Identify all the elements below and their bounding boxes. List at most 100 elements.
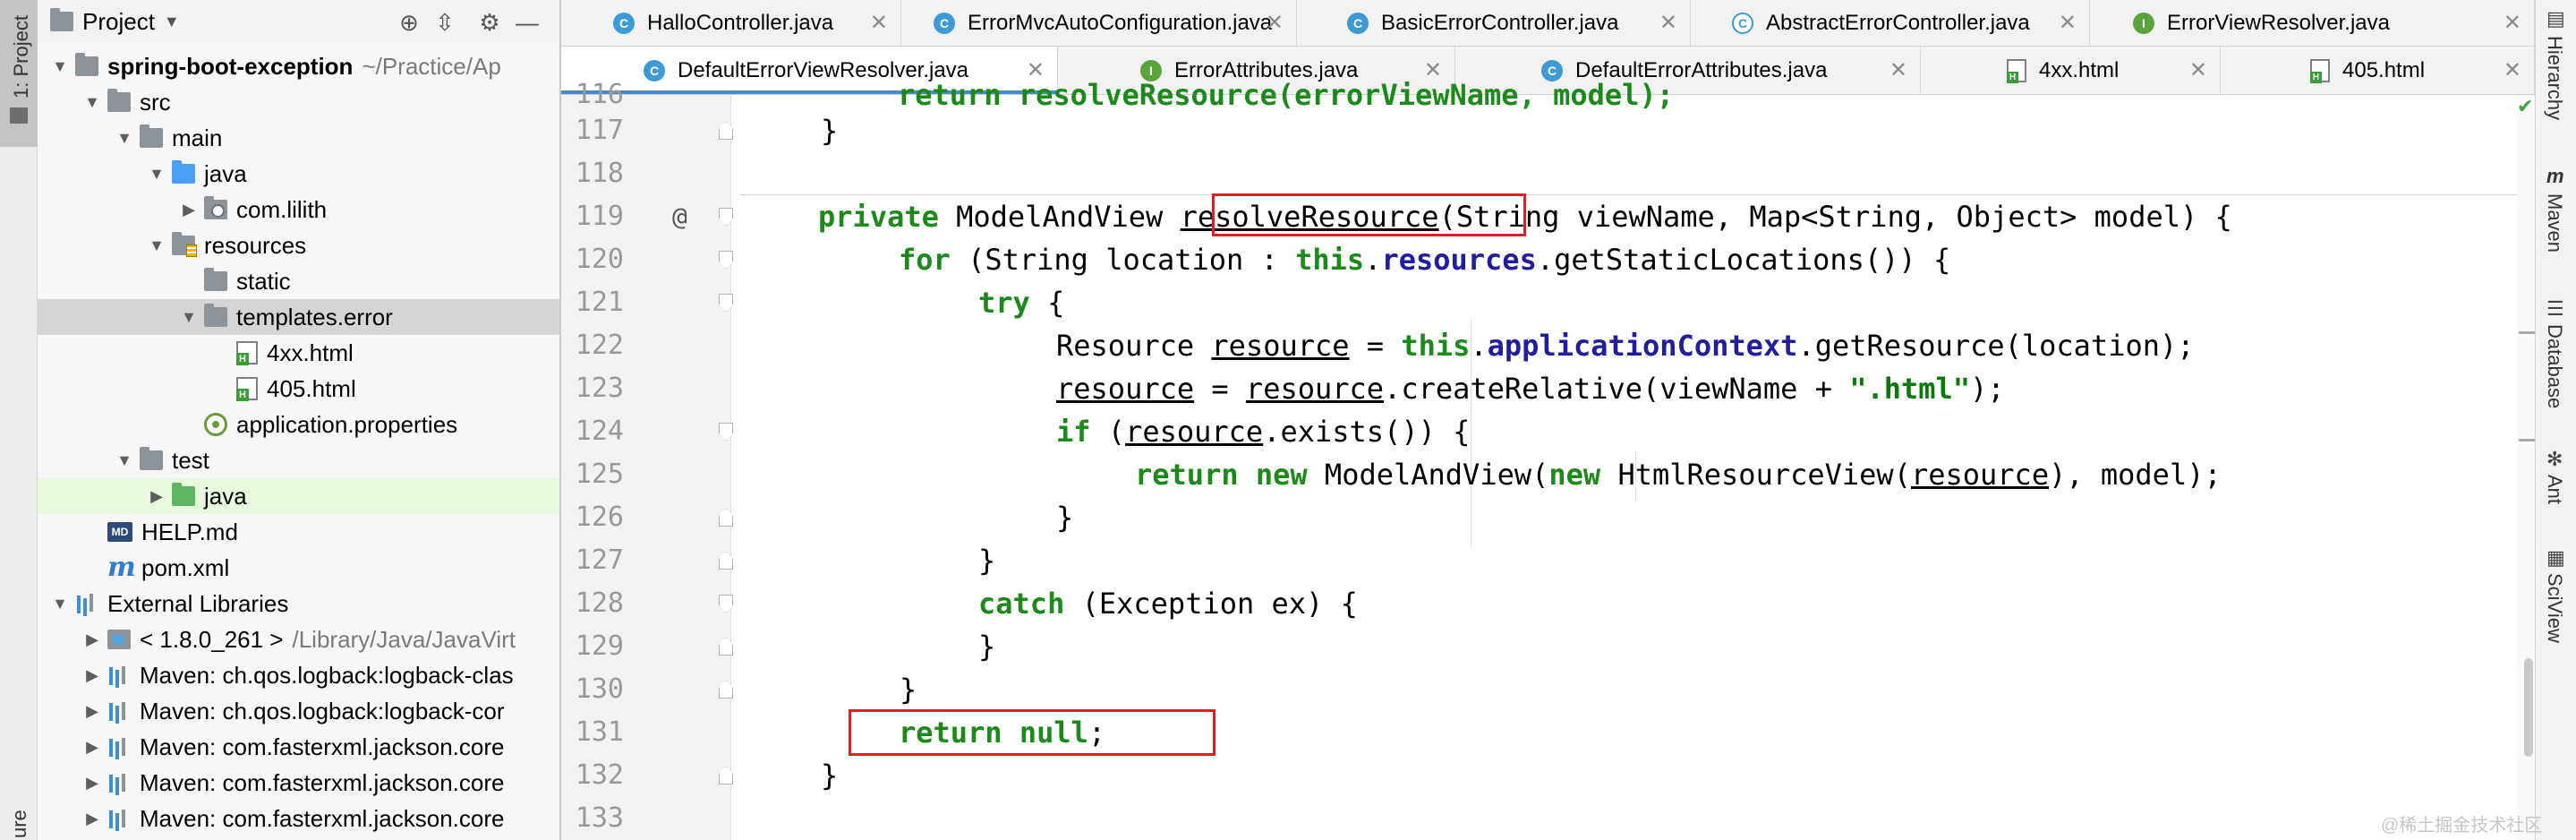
editor-scrollbar-thumb[interactable]	[2524, 658, 2533, 757]
override-gutter-icon[interactable]: @	[672, 195, 687, 238]
tree-item-main[interactable]: ▼ main	[38, 120, 559, 156]
project-tool-tab-label[interactable]: 1: Project	[10, 15, 33, 99]
tab-error-view-resolver[interactable]: I ErrorViewResolver.java ✕	[2090, 0, 2535, 46]
collapsed-arrow-icon[interactable]: ▶	[82, 666, 102, 685]
tree-item-java-test[interactable]: ▶ java	[38, 478, 559, 514]
tree-item-label: pom.xml	[141, 553, 230, 581]
collapse-all-icon[interactable]: ⇳	[431, 9, 458, 36]
tree-item-java-main[interactable]: ▼ java	[38, 156, 559, 192]
code-token: {	[1047, 286, 1065, 320]
code-token: return	[1135, 458, 1239, 492]
expanded-arrow-icon[interactable]: ▼	[50, 595, 70, 613]
collapsed-arrow-icon[interactable]: ▶	[82, 702, 102, 721]
tree-item-application-properties[interactable]: application.properties	[38, 407, 559, 442]
tab-hallo-controller[interactable]: C HalloController.java ✕	[561, 0, 901, 46]
maven-library-icon	[107, 773, 131, 793]
tree-item-help-md[interactable]: MD HELP.md	[38, 514, 559, 550]
close-icon[interactable]: ✕	[870, 11, 888, 36]
fold-marker-icon[interactable]	[719, 552, 733, 570]
code-text: }	[821, 759, 839, 793]
module-folder-icon	[75, 53, 98, 76]
line-number: 127	[575, 544, 624, 576]
expanded-arrow-icon[interactable]: ▼	[179, 308, 199, 327]
sciview-tool-tab[interactable]: SciView	[2543, 573, 2566, 643]
tree-item-resources[interactable]: ▼ resources	[38, 227, 559, 263]
tree-item-static[interactable]: static	[38, 263, 559, 299]
tab-abstract-error-controller[interactable]: C AbstractErrorController.java ✕	[1691, 0, 2090, 46]
fold-marker-icon[interactable]	[719, 122, 733, 140]
gear-icon[interactable]: ⚙	[476, 9, 503, 36]
expanded-arrow-icon[interactable]: ▼	[50, 57, 70, 76]
collapsed-arrow-icon[interactable]: ▶	[82, 810, 102, 828]
tree-item-maven-lib[interactable]: ▶ Maven: ch.qos.logback:logback-cor	[38, 693, 559, 729]
editor-area: C HalloController.java ✕ C ErrorMvcAutoC…	[561, 0, 2535, 840]
collapsed-arrow-icon[interactable]: ▶	[147, 487, 166, 506]
tree-item-src[interactable]: ▼ src	[38, 84, 559, 120]
fold-marker-icon[interactable]	[719, 509, 733, 527]
hierarchy-tool-tab[interactable]: Hierarchy	[2543, 36, 2566, 120]
code-token: (String viewName, Map<String, Object> mo…	[1438, 200, 2232, 234]
ant-tool-tab[interactable]: Ant	[2543, 475, 2566, 504]
code-token: );	[1970, 372, 2005, 406]
code-token: =	[1211, 372, 1229, 406]
tree-item-package[interactable]: ▶ com.lilith	[38, 192, 559, 227]
expanded-arrow-icon[interactable]: ▼	[115, 129, 134, 148]
fold-marker-icon[interactable]	[719, 638, 733, 656]
tree-item-label: spring-boot-exception	[107, 52, 354, 80]
code-line-121: 121 try {	[561, 281, 2535, 324]
tree-item-label: Maven: com.fasterxml.jackson.core	[140, 768, 505, 796]
tree-item-maven-lib[interactable]: ▶ Maven: ch.qos.logback:logback-clas	[38, 657, 559, 693]
code-line-130: 130 }	[561, 668, 2535, 711]
folder-icon	[204, 304, 227, 327]
code-text: }	[978, 544, 996, 578]
close-icon[interactable]: ✕	[1659, 11, 1677, 36]
fold-marker-icon[interactable]	[719, 595, 733, 613]
code-line-119: 119 @ private ModelAndView resolveResour…	[561, 195, 2535, 238]
close-icon[interactable]: ✕	[1266, 11, 1284, 36]
fold-marker-icon[interactable]	[719, 251, 733, 269]
fold-marker-icon[interactable]	[719, 294, 733, 312]
hide-panel-icon[interactable]: —	[514, 9, 541, 36]
collapsed-arrow-icon[interactable]: ▶	[82, 630, 102, 649]
structure-tool-tab-label[interactable]: ure	[8, 810, 31, 838]
annotation-box-return-null	[849, 709, 1215, 756]
tab-error-mvc-auto-configuration[interactable]: C ErrorMvcAutoConfiguration.java ✕	[901, 0, 1297, 46]
tree-item-4xx-html[interactable]: 4xx.html	[38, 335, 559, 371]
tree-item-external-libraries[interactable]: ▼ External Libraries	[38, 586, 559, 621]
fold-marker-icon[interactable]	[719, 208, 733, 226]
expanded-arrow-icon[interactable]: ▼	[147, 236, 166, 255]
project-view-selector[interactable]: Project ▼	[50, 8, 180, 35]
html-file-icon	[236, 341, 258, 365]
fold-marker-icon[interactable]	[719, 681, 733, 699]
tab-basic-error-controller[interactable]: C BasicErrorController.java ✕	[1297, 0, 1691, 46]
tree-item-project-root[interactable]: ▼ spring-boot-exception ~/Practice/Ap	[38, 48, 559, 84]
tree-item-405-html[interactable]: 405.html	[38, 371, 559, 407]
locate-file-icon[interactable]: ⊕	[396, 9, 422, 36]
tree-item-path: ~/Practice/Ap	[362, 52, 501, 80]
close-icon[interactable]: ✕	[2503, 11, 2521, 36]
tree-item-label: 4xx.html	[267, 339, 354, 366]
database-tool-tab[interactable]: Database	[2543, 324, 2566, 408]
tree-item-test[interactable]: ▼ test	[38, 442, 559, 478]
tree-item-maven-lib[interactable]: ▶ Maven: com.fasterxml.jackson.core	[38, 765, 559, 801]
collapsed-arrow-icon[interactable]: ▶	[82, 738, 102, 757]
fold-marker-icon[interactable]	[719, 767, 733, 784]
tree-item-templates-error[interactable]: ▼ templates.error	[38, 299, 559, 335]
tree-item-jdk[interactable]: ▶ < 1.8.0_261 > /Library/Java/JavaVirt	[38, 621, 559, 657]
close-icon[interactable]: ✕	[2059, 11, 2077, 36]
tree-item-maven-lib[interactable]: ▶ Maven: com.fasterxml.jackson.core	[38, 801, 559, 836]
expanded-arrow-icon[interactable]: ▼	[82, 93, 102, 112]
expanded-arrow-icon[interactable]: ▼	[115, 451, 134, 470]
collapsed-arrow-icon[interactable]: ▶	[179, 201, 199, 219]
expanded-arrow-icon[interactable]: ▼	[147, 165, 166, 184]
maven-tool-tab[interactable]: Maven	[2543, 193, 2566, 253]
collapsed-arrow-icon[interactable]: ▶	[82, 774, 102, 793]
fold-marker-icon[interactable]	[719, 423, 733, 441]
tree-item-label: External Libraries	[107, 589, 289, 617]
tree-item-maven-lib[interactable]: ▶ Maven: com.fasterxml.jackson.core	[38, 729, 559, 765]
library-icon	[75, 594, 98, 613]
line-number: 118	[575, 158, 624, 189]
tree-item-pom-xml[interactable]: m pom.xml	[38, 550, 559, 586]
tree-item-label: 405.html	[267, 374, 356, 402]
code-text: if (resource.exists()) {	[1056, 410, 1470, 453]
